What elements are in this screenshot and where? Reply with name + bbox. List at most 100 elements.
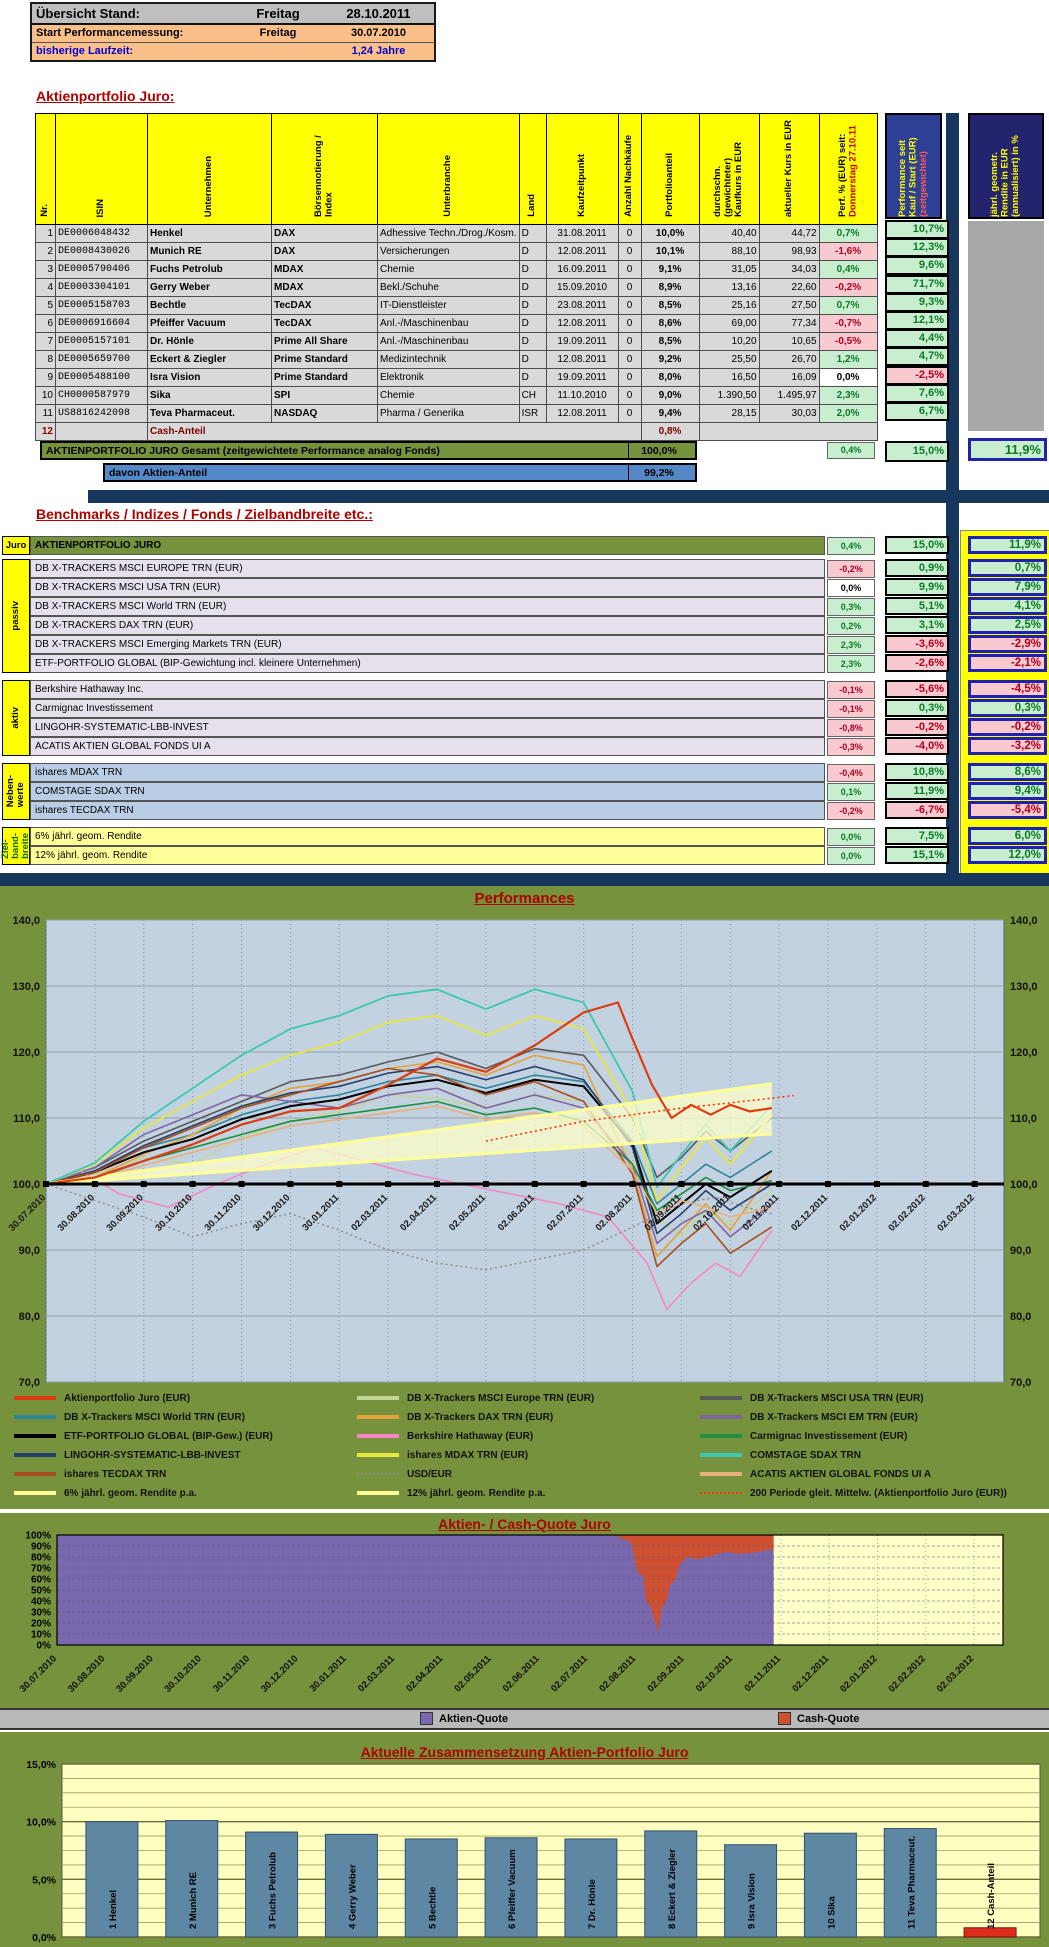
benchmark-annual-box[interactable]: -2,1% bbox=[968, 654, 1047, 672]
cell-index[interactable]: MDAX bbox=[271, 260, 378, 279]
cell-anteil[interactable]: 8,9% bbox=[640, 278, 700, 297]
cell-kaufkurs[interactable]: 25,50 bbox=[698, 350, 760, 369]
cell-nr[interactable]: 7 bbox=[35, 332, 56, 351]
cell-name[interactable]: Teva Pharmaceut. bbox=[147, 404, 272, 423]
cell-kaufzeit[interactable]: 31.08.2011 bbox=[545, 224, 619, 243]
cell-land[interactable]: D bbox=[518, 224, 547, 243]
benchmark-since-box[interactable]: -4,0% bbox=[885, 737, 949, 755]
benchmark-since-box[interactable]: 0,9% bbox=[885, 559, 949, 577]
cell-isin[interactable]: DE0008430026 bbox=[55, 242, 148, 261]
cell-index[interactable]: TecDAX bbox=[271, 314, 378, 333]
benchmark-since-box[interactable]: 9,9% bbox=[885, 578, 949, 596]
table-row[interactable]: 7 DE0005157101 Dr. Hönle Prime All Share Anl… bbox=[35, 332, 878, 351]
table-row[interactable]: 3 DE0005790406 Fuchs Petrolub MDAX Chemie D 16… bbox=[35, 260, 878, 279]
benchmark-annual-box[interactable]: -4,5% bbox=[968, 680, 1047, 698]
column-header[interactable]: Kaufzeitpunkt bbox=[545, 113, 619, 225]
benchmark-since-box[interactable]: -2,6% bbox=[885, 654, 949, 672]
since-box[interactable]: 7,6% bbox=[885, 383, 949, 403]
cell-kurs[interactable]: 26,70 bbox=[758, 350, 820, 369]
cell-kaufkurs[interactable]: 88,10 bbox=[698, 242, 760, 261]
cell-kaufkurs[interactable]: 31,05 bbox=[698, 260, 760, 279]
table-row[interactable]: 11 US8816242098 Teva Pharmaceut. NASDAQ Phar… bbox=[35, 404, 878, 423]
benchmark-annual-box[interactable]: 8,6% bbox=[968, 763, 1047, 781]
column-header[interactable]: aktueller Kurs in EUR bbox=[758, 113, 820, 225]
cell-anteil[interactable]: 10,1% bbox=[640, 242, 700, 261]
table-row[interactable]: 1 DE0006048432 Henkel DAX Adhessive Techn./D… bbox=[35, 224, 878, 243]
total-since-box[interactable]: 15,0% bbox=[885, 441, 949, 462]
cell-anteil[interactable]: 9,1% bbox=[640, 260, 700, 279]
cell-anzahl[interactable]: 0 bbox=[617, 368, 642, 387]
benchmark-annual-box[interactable]: 7,9% bbox=[968, 578, 1047, 596]
column-header[interactable]: Anzahl Nachkäufe bbox=[617, 113, 642, 225]
since-box[interactable]: 9,3% bbox=[885, 292, 949, 312]
cell-perf1d[interactable]: -0,2% bbox=[818, 278, 878, 297]
cell-branche[interactable]: Pharma / Generika bbox=[377, 404, 520, 423]
cell-anteil[interactable]: 9,2% bbox=[640, 350, 700, 369]
since-box[interactable]: 71,7% bbox=[885, 274, 949, 294]
table-row[interactable]: 6 DE0006916604 Pfeiffer Vacuum TecDAX Anl.-/… bbox=[35, 314, 878, 333]
cell-branche[interactable]: Versicherungen bbox=[377, 242, 520, 261]
cell-branche[interactable]: Anl.-/Maschinenbau bbox=[377, 332, 520, 351]
benchmark-row[interactable]: COMSTAGE SDAX TRN bbox=[30, 782, 825, 801]
benchmark-since-box[interactable]: 7,5% bbox=[885, 827, 949, 845]
table-row[interactable]: 4 DE0003304101 Gerry Weber MDAX Bekl./Schuhe… bbox=[35, 278, 878, 297]
portfolio-total-row[interactable]: AKTIENPORTFOLIO JURO Gesamt (zeitgewicht… bbox=[40, 441, 697, 460]
benchmark-row[interactable]: ishares TECDAX TRN bbox=[30, 801, 825, 820]
cell-kaufzeit[interactable]: 11.10.2010 bbox=[545, 386, 619, 405]
cash-row[interactable]: 12 Cash-Anteil 0,8% bbox=[35, 422, 878, 441]
column-header[interactable]: ISIN bbox=[55, 113, 148, 225]
cell-nr[interactable]: 9 bbox=[35, 368, 56, 387]
benchmark-daily[interactable]: 0,0% bbox=[827, 828, 875, 846]
cell-kaufzeit[interactable]: 15.09.2010 bbox=[545, 278, 619, 297]
benchmark-annual-box[interactable]: -2,9% bbox=[968, 635, 1047, 653]
cell-kaufkurs[interactable]: 28,15 bbox=[698, 404, 760, 423]
cell-name[interactable]: Henkel bbox=[147, 224, 272, 243]
benchmark-row[interactable]: DB X-TRACKERS MSCI USA TRN (EUR) bbox=[30, 578, 825, 597]
column-header-perf[interactable]: Perf. % (EUR) seit: Donnerstag 27.10.11 bbox=[818, 113, 878, 225]
cell-land[interactable]: D bbox=[518, 368, 547, 387]
cell-index[interactable]: Prime All Share bbox=[271, 332, 378, 351]
since-box[interactable]: 4,7% bbox=[885, 347, 949, 367]
benchmark-row[interactable]: LINGOHR-SYSTEMATIC-LBB-INVEST bbox=[30, 718, 825, 737]
cell-perf1d[interactable]: 0,7% bbox=[818, 296, 878, 315]
cell-kaufzeit[interactable]: 12.08.2011 bbox=[545, 404, 619, 423]
cell-perf1d[interactable]: 0,4% bbox=[818, 260, 878, 279]
benchmark-since-box[interactable]: -5,6% bbox=[885, 680, 949, 698]
benchmark-annual-box[interactable]: -5,4% bbox=[968, 801, 1047, 819]
cell-anteil[interactable]: 9,0% bbox=[640, 386, 700, 405]
cell-index[interactable]: NASDAQ bbox=[271, 404, 378, 423]
cell-name[interactable]: Eckert & Ziegler bbox=[147, 350, 272, 369]
benchmark-daily[interactable]: -0,2% bbox=[827, 560, 875, 578]
benchmark-row[interactable]: Berkshire Hathaway Inc. bbox=[30, 680, 825, 699]
cell-kaufkurs[interactable]: 69,00 bbox=[698, 314, 760, 333]
cell-index[interactable]: TecDAX bbox=[271, 296, 378, 315]
benchmark-daily[interactable]: 2,3% bbox=[827, 636, 875, 654]
cell-name[interactable]: Isra Vision bbox=[147, 368, 272, 387]
table-row[interactable]: 2 DE0008430026 Munich RE DAX Versicherungen D… bbox=[35, 242, 878, 261]
cell-nr[interactable]: 2 bbox=[35, 242, 56, 261]
benchmark-annual-box[interactable]: 4,1% bbox=[968, 597, 1047, 615]
benchmark-row[interactable]: DB X-TRACKERS DAX TRN (EUR) bbox=[30, 616, 825, 635]
cell-land[interactable]: D bbox=[518, 278, 547, 297]
cell-isin[interactable]: DE0005158703 bbox=[55, 296, 148, 315]
cell-nr[interactable]: 10 bbox=[35, 386, 56, 405]
cell-kaufzeit[interactable]: 12.08.2011 bbox=[545, 242, 619, 261]
benchmark-since-box[interactable]: 0,3% bbox=[885, 699, 949, 717]
cell-kaufzeit[interactable]: 12.08.2011 bbox=[545, 314, 619, 333]
benchmark-since-box[interactable]: 5,1% bbox=[885, 597, 949, 615]
cell-anteil[interactable]: 9,4% bbox=[640, 404, 700, 423]
cell-nr[interactable]: 3 bbox=[35, 260, 56, 279]
column-header[interactable]: Börsennotierung / Index bbox=[271, 113, 378, 225]
benchmark-since-box[interactable]: 10,8% bbox=[885, 763, 949, 781]
cell-kurs[interactable]: 77,34 bbox=[758, 314, 820, 333]
benchmark-row[interactable]: 12% jährl. geom. Rendite bbox=[30, 846, 825, 865]
benchmark-row[interactable]: ishares MDAX TRN bbox=[30, 763, 825, 782]
cell-isin[interactable]: DE0006916604 bbox=[55, 314, 148, 333]
benchmark-daily[interactable]: -0,2% bbox=[827, 802, 875, 820]
benchmark-row[interactable]: AKTIENPORTFOLIO JURO bbox=[30, 536, 825, 555]
cell-perf1d[interactable]: 0,0% bbox=[818, 368, 878, 387]
benchmark-since-box[interactable]: 3,1% bbox=[885, 616, 949, 634]
since-box[interactable]: 4,4% bbox=[885, 329, 949, 349]
benchmark-daily[interactable]: -0,3% bbox=[827, 738, 875, 756]
cell-isin[interactable]: DE0005488100 bbox=[55, 368, 148, 387]
